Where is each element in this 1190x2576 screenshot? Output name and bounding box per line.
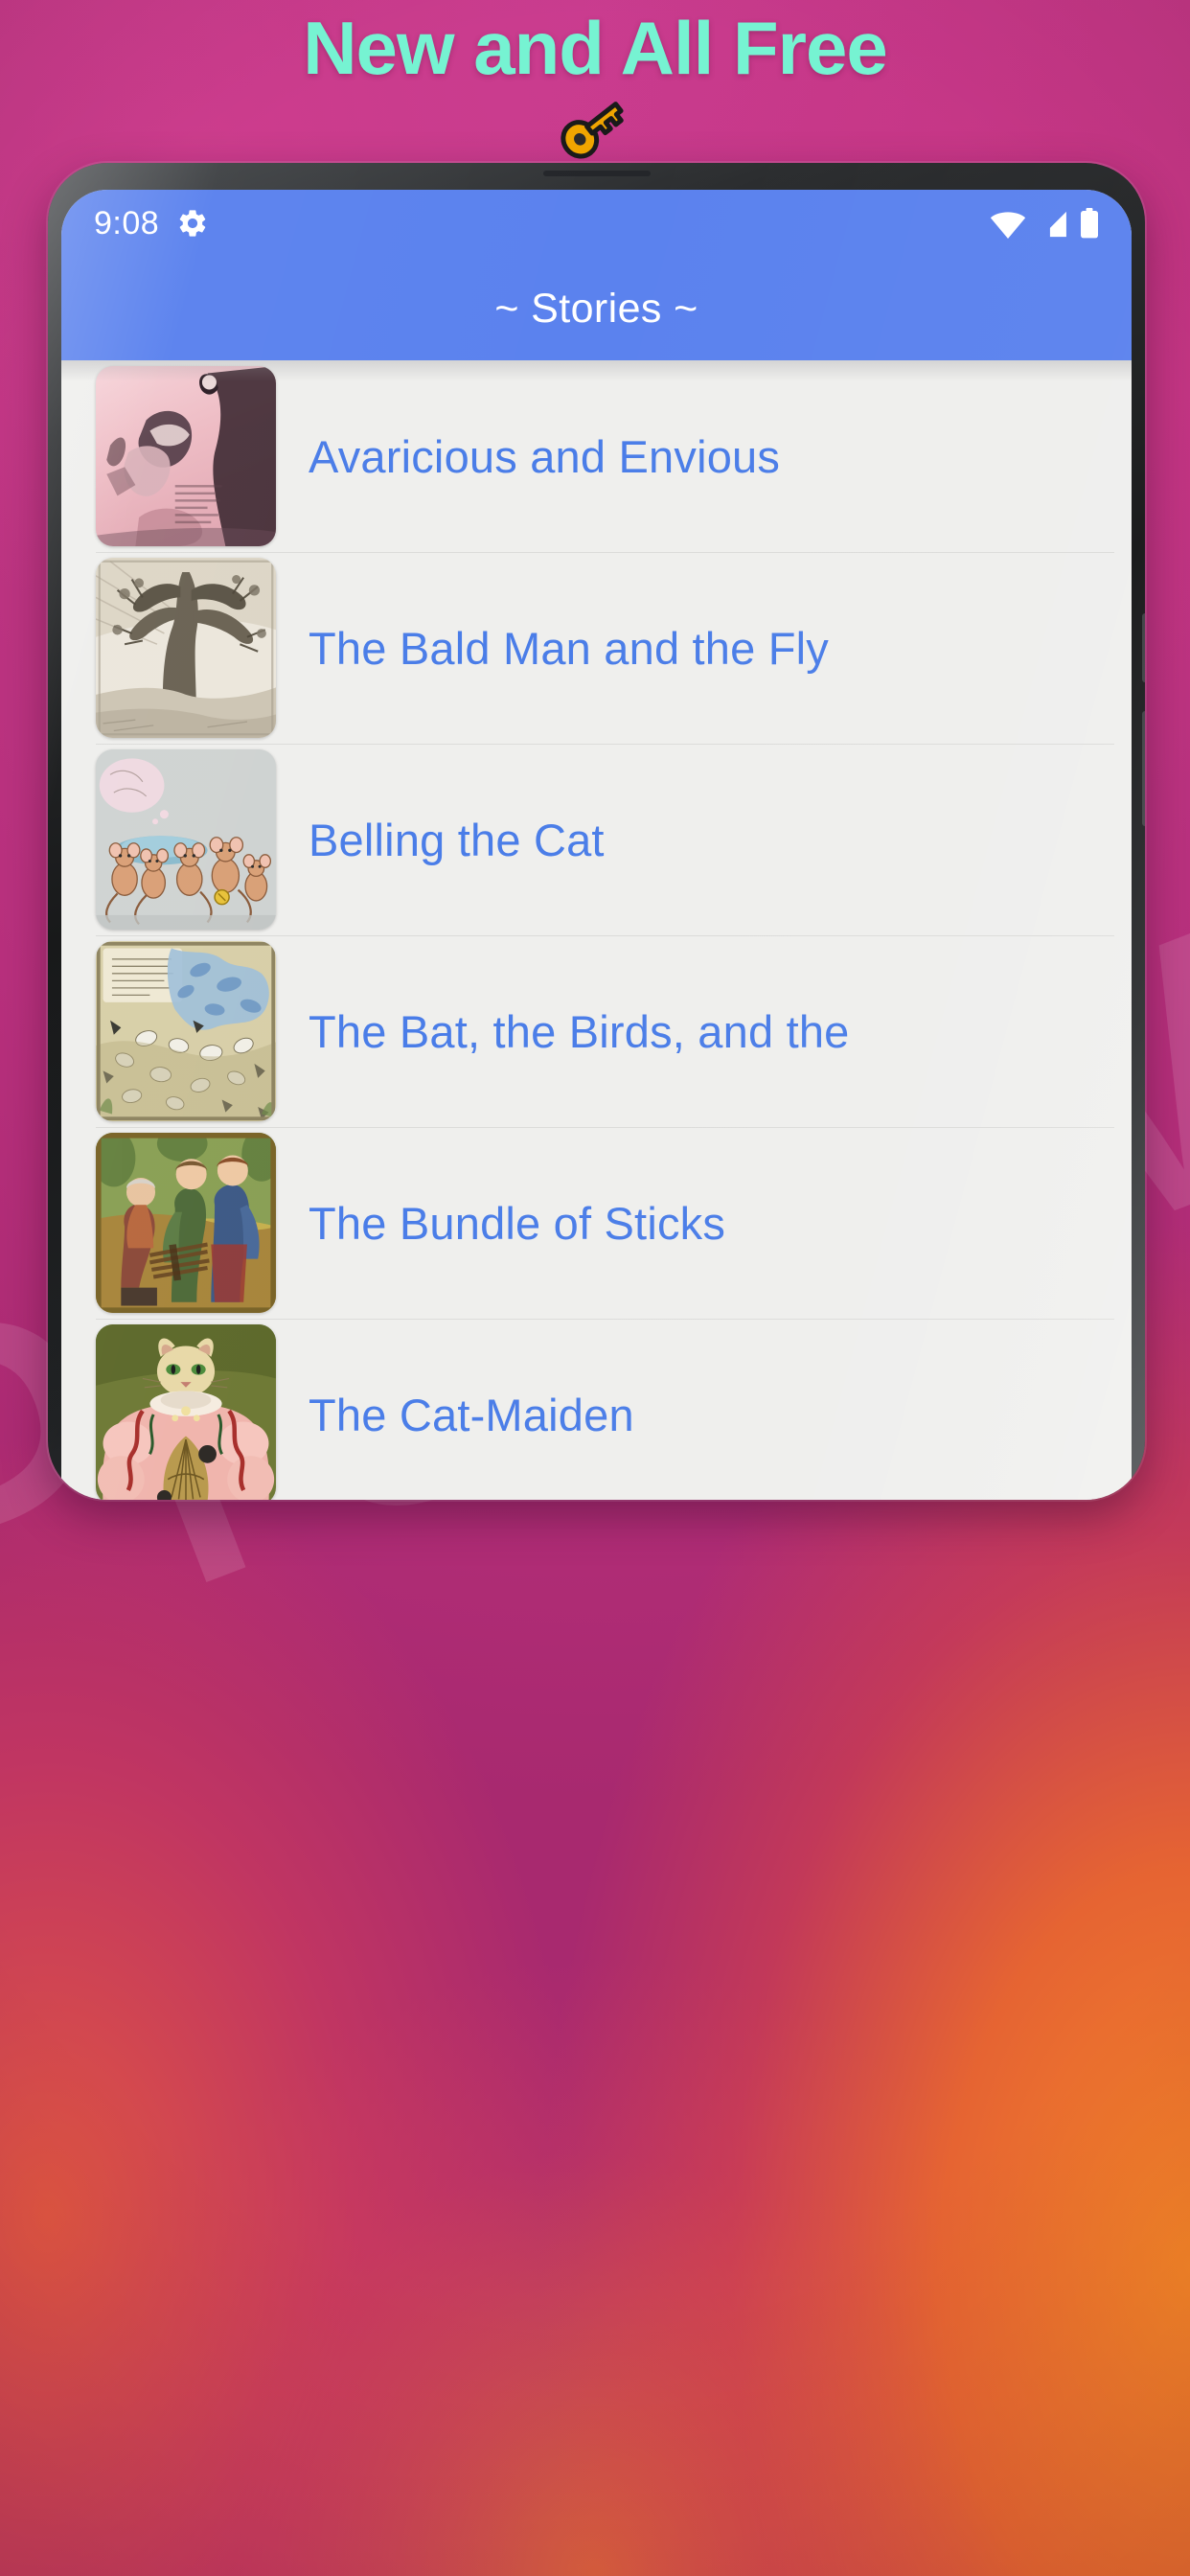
story-title: Avaricious and Envious [309, 430, 781, 482]
story-thumbnail [96, 558, 276, 738]
phone-screen: 9:08 ~ Stories ~ Avaricious and Envious … [61, 190, 1132, 1500]
story-title: The Cat-Maiden [309, 1389, 634, 1440]
list-item[interactable]: The Cat-Maiden [61, 1319, 1132, 1500]
list-item[interactable]: Belling the Cat [61, 744, 1132, 935]
story-thumbnail [96, 749, 276, 930]
story-thumbnail [96, 366, 276, 546]
status-bar: 9:08 [61, 190, 1132, 257]
story-title: The Bundle of Sticks [309, 1197, 726, 1249]
phone-power-button [1142, 711, 1145, 826]
status-bar-left: 9:08 [94, 205, 209, 242]
key-icon [561, 102, 624, 159]
the-cat-maiden-thumbnail-art [96, 1324, 276, 1500]
list-item[interactable]: The Bat, the Birds, and the [61, 935, 1132, 1127]
key-emoji-wrapper [0, 92, 1190, 161]
phone-mockup: 9:08 ~ Stories ~ Avaricious and Envious … [48, 163, 1145, 1500]
belling-the-cat-thumbnail-art [96, 749, 276, 930]
battery-icon [1080, 208, 1099, 239]
phone-volume-button [1142, 613, 1145, 682]
status-bar-right [990, 208, 1099, 239]
list-item[interactable]: Avaricious and Envious [61, 360, 1132, 552]
the-bald-man-and-the-fly-thumbnail-art [96, 558, 276, 738]
story-thumbnail [96, 1133, 276, 1313]
promo-headline: New and All Free [303, 6, 888, 90]
promo-headline-block: New and All Free [0, 8, 1190, 161]
story-title: Belling the Cat [309, 814, 605, 865]
story-title: The Bat, the Birds, and the [309, 1005, 850, 1057]
signal-icon [1037, 210, 1069, 239]
story-thumbnail [96, 941, 276, 1121]
gear-icon[interactable] [176, 207, 209, 240]
the-bat-the-birds-and-the-thumbnail-art [96, 941, 276, 1121]
list-item[interactable]: The Bald Man and the Fly [61, 552, 1132, 744]
phone-earpiece [542, 171, 651, 176]
wifi-icon [990, 210, 1026, 239]
list-item[interactable]: The Bundle of Sticks [61, 1127, 1132, 1319]
story-title: The Bald Man and the Fly [309, 622, 829, 674]
status-bar-clock: 9:08 [94, 204, 160, 242]
avaricious-and-envious-thumbnail-art [96, 366, 276, 546]
story-list[interactable]: Avaricious and Envious The Bald Man and … [61, 360, 1132, 1500]
app-bar: ~ Stories ~ [61, 257, 1132, 370]
story-thumbnail [96, 1324, 276, 1500]
page-title: ~ Stories ~ [494, 285, 698, 332]
the-bundle-of-sticks-thumbnail-art [96, 1133, 276, 1313]
